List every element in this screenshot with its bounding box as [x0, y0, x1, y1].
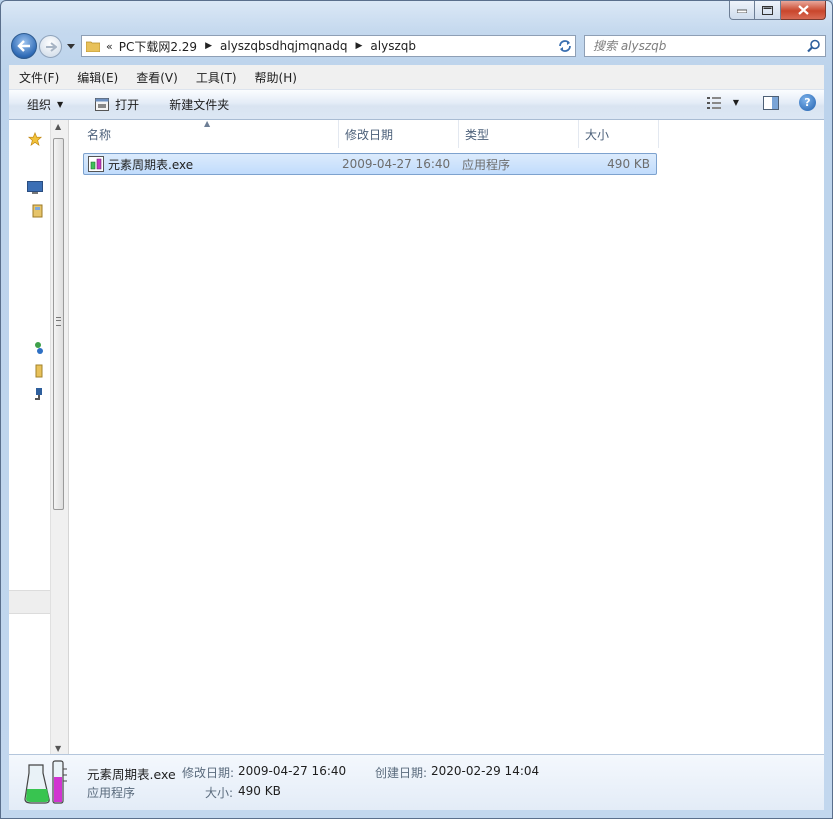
- navigation-scrollbar-thumb[interactable]: [53, 138, 64, 510]
- breadcrumb-separator-icon[interactable]: ▶: [356, 41, 363, 51]
- file-type: 应用程序: [462, 157, 511, 172]
- chevron-down-icon: ▼: [57, 100, 64, 109]
- details-created-value: 2020-02-29 14:04: [431, 764, 540, 778]
- details-modified-value: 2009-04-27 16:40: [238, 764, 347, 778]
- navigation-pane-splitter[interactable]: [9, 590, 50, 614]
- folder-icon: [86, 41, 100, 52]
- organize-button[interactable]: 组织 ▼: [27, 96, 63, 113]
- open-label: 打开: [115, 98, 140, 112]
- periodic-table-app-icon: [24, 760, 67, 804]
- network-icon[interactable]: [27, 387, 43, 401]
- minimize-button[interactable]: [729, 1, 755, 20]
- refresh-button[interactable]: [554, 35, 576, 57]
- content-area: ▲ ▼ 名称 ▲ 修改日期 类型 大小 元素周期表.exe 2009-04-27…: [9, 119, 824, 755]
- views-dropdown-icon[interactable]: ▼: [733, 98, 739, 107]
- explorer-window: « PC下载网2.29 ▶ alyszqbsdhqjmqnadq ▶ alysz…: [0, 0, 833, 819]
- search-box[interactable]: [584, 35, 826, 57]
- menu-help[interactable]: 帮助(H): [245, 69, 305, 86]
- details-filename: 元素周期表.exe: [87, 767, 176, 782]
- new-folder-button[interactable]: 新建文件夹: [169, 96, 229, 113]
- details-created-label: 创建日期:: [375, 766, 428, 780]
- scroll-up-icon[interactable]: ▲: [55, 122, 61, 131]
- favorites-star-icon[interactable]: [27, 132, 43, 146]
- sort-ascending-icon: ▲: [204, 119, 211, 128]
- file-row[interactable]: 元素周期表.exe 2009-04-27 16:40 应用程序 490 KB: [83, 153, 657, 175]
- forward-arrow-icon: [45, 41, 57, 52]
- minimize-icon: [737, 9, 747, 13]
- periodic-table-app-icon: [88, 156, 104, 172]
- menu-edit[interactable]: 编辑(E): [67, 69, 126, 86]
- column-header-modified-label: 修改日期: [345, 127, 394, 142]
- maximize-icon: [762, 5, 773, 15]
- navigation-pane: [9, 120, 50, 755]
- details-modified-label: 修改日期:: [182, 766, 235, 780]
- breadcrumb-separator-icon[interactable]: ▶: [205, 41, 212, 51]
- computer-icon[interactable]: [27, 364, 43, 378]
- help-icon[interactable]: ?: [799, 94, 816, 111]
- menu-file[interactable]: 文件(F): [9, 69, 67, 86]
- breadcrumb-item-current[interactable]: alyszqb: [370, 39, 416, 53]
- close-icon: [797, 5, 809, 15]
- menu-tools[interactable]: 工具(T): [186, 69, 245, 86]
- search-icon[interactable]: [807, 39, 821, 53]
- column-header-modified[interactable]: 修改日期: [339, 120, 459, 148]
- open-button[interactable]: 打开: [95, 96, 139, 113]
- address-bar[interactable]: « PC下载网2.29 ▶ alyszqbsdhqjmqnadq ▶ alysz…: [81, 35, 575, 57]
- back-arrow-icon: [17, 40, 30, 52]
- homegroup-icon[interactable]: [27, 341, 43, 355]
- file-list: 名称 ▲ 修改日期 类型 大小 元素周期表.exe 2009-04-27 16:…: [68, 119, 824, 755]
- breadcrumb-item-pc[interactable]: PC下载网2.29: [119, 38, 197, 55]
- breadcrumb-overflow-button[interactable]: «: [106, 40, 113, 53]
- command-bar: 组织 ▼ 打开 新建文件夹 ▼ ?: [9, 90, 824, 120]
- desktop-icon[interactable]: [27, 181, 43, 195]
- maximize-button[interactable]: [755, 1, 781, 20]
- menu-view[interactable]: 查看(V): [126, 69, 186, 86]
- column-headers: 名称 ▲ 修改日期 类型 大小: [81, 119, 659, 148]
- open-app-icon: [95, 98, 110, 111]
- forward-button[interactable]: [39, 35, 62, 58]
- details-size-value: 490 KB: [238, 784, 281, 798]
- file-size: 490 KB: [607, 157, 650, 171]
- recent-pages-button[interactable]: [66, 41, 76, 51]
- caption-buttons: [729, 1, 826, 20]
- organize-label: 组织: [27, 98, 52, 112]
- search-input[interactable]: [591, 38, 795, 54]
- column-header-type[interactable]: 类型: [459, 120, 579, 148]
- navigation-row: « PC下载网2.29 ▶ alyszqbsdhqjmqnadq ▶ alysz…: [9, 31, 826, 61]
- column-header-size-label: 大小: [585, 127, 610, 142]
- preview-pane-icon[interactable]: [763, 95, 779, 110]
- libraries-icon[interactable]: [27, 204, 43, 218]
- command-bar-right: ▼ ?: [706, 94, 816, 111]
- details-pane: 元素周期表.exe 应用程序 修改日期: 2009-04-27 16:40 创建…: [9, 754, 824, 810]
- file-modified: 2009-04-27 16:40: [342, 157, 451, 171]
- menu-bar: 文件(F) 编辑(E) 查看(V) 工具(T) 帮助(H): [9, 65, 824, 90]
- details-size-label: 大小:: [205, 786, 234, 800]
- column-header-type-label: 类型: [465, 127, 490, 142]
- column-header-size[interactable]: 大小: [579, 120, 659, 148]
- column-header-name[interactable]: 名称 ▲: [81, 119, 339, 148]
- refresh-icon: [558, 40, 571, 52]
- new-folder-label: 新建文件夹: [169, 98, 230, 112]
- close-button[interactable]: [781, 1, 826, 20]
- column-header-name-label: 名称: [87, 127, 112, 142]
- grip-icon: [56, 317, 61, 326]
- scroll-down-icon[interactable]: ▼: [55, 744, 61, 753]
- chevron-down-icon: [67, 43, 75, 49]
- views-icon[interactable]: [706, 96, 723, 110]
- breadcrumb-item-parent[interactable]: alyszqbsdhqjmqnadq: [220, 39, 348, 53]
- navigation-scrollbar[interactable]: ▲ ▼: [50, 120, 68, 755]
- file-name: 元素周期表.exe: [108, 157, 194, 172]
- back-button[interactable]: [11, 33, 37, 59]
- details-type: 应用程序: [87, 786, 136, 800]
